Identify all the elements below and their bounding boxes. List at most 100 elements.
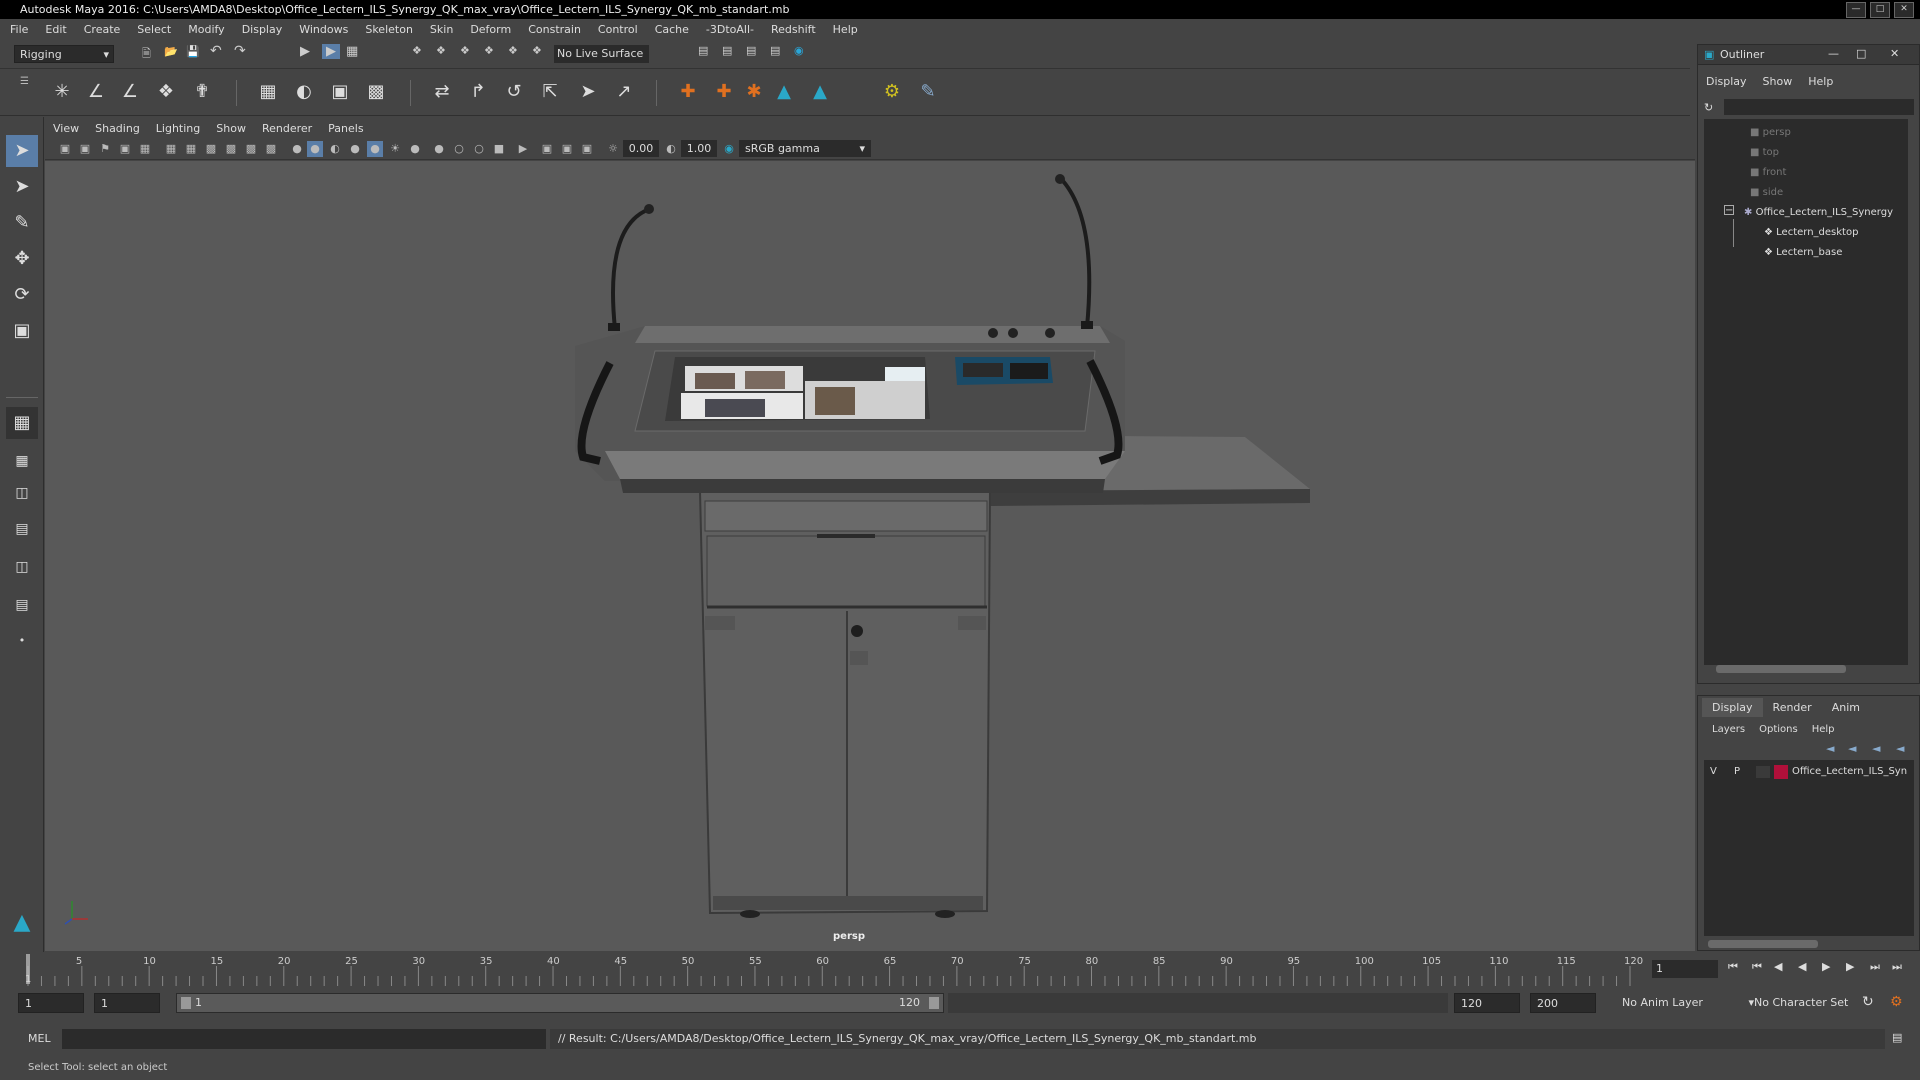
new-scene-icon[interactable]: 🗎 (142, 45, 151, 64)
outliner-refresh-icon[interactable]: ↻ (1704, 101, 1713, 114)
xray-icon[interactable]: ● (367, 141, 383, 157)
panel-menu-panels[interactable]: Panels (328, 122, 363, 135)
lattice-icon[interactable]: ▩ (362, 78, 390, 106)
render-settings-icon[interactable]: ▤ (770, 44, 780, 57)
shadows-icon[interactable]: ● (347, 141, 363, 157)
ambient-occlusion-icon[interactable]: ☀ (387, 141, 403, 157)
gamma-field[interactable]: 1.00 (681, 140, 717, 157)
open-scene-icon[interactable]: 📂 (164, 45, 178, 58)
layer-menu-layers[interactable]: Layers (1712, 724, 1745, 735)
exposure-field[interactable]: 0.00 (623, 140, 659, 157)
human-ik-icon[interactable]: ▲ (770, 78, 798, 106)
persp-hypershade-icon[interactable]: ▤ (6, 589, 38, 621)
cluster-icon[interactable]: ✚ (710, 78, 738, 106)
go-to-start-icon[interactable]: ⏮ (1728, 960, 1738, 974)
outliner-item-top[interactable]: ■ top (1750, 147, 1779, 158)
time-slider[interactable]: 1510152025303540455055606570758085909510… (0, 952, 1920, 986)
side-by-side-icon[interactable]: ◫ (6, 477, 38, 509)
shaded-icon[interactable]: ● (289, 141, 305, 157)
rotate-tool-icon[interactable]: ⟳ (6, 279, 38, 311)
layer-visibility[interactable]: V (1710, 766, 1717, 777)
outliner-menu-display[interactable]: Display (1706, 75, 1747, 88)
outliner-menu-show[interactable]: Show (1763, 75, 1793, 88)
menu-modify[interactable]: Modify (188, 23, 224, 36)
gamma-icon[interactable]: ◐ (663, 141, 679, 157)
two-sided-icon[interactable]: ▣ (579, 141, 595, 157)
menu-create[interactable]: Create (84, 23, 121, 36)
anim-layer-dropdown[interactable]: No Anim Layer ▾ (1622, 993, 1754, 1013)
menu-constrain[interactable]: Constrain (528, 23, 581, 36)
layer-row[interactable]: V P Office_Lectern_ILS_Syn (1704, 764, 1914, 780)
insert-joint-icon[interactable]: ❖ (152, 78, 180, 106)
set-driven-key-icon[interactable]: ⚙ (878, 78, 906, 106)
camera-attr-icon[interactable]: ▣ (77, 141, 93, 157)
command-language[interactable]: MEL (28, 1032, 51, 1045)
step-back-key-icon[interactable]: ◀ (1774, 960, 1782, 973)
ipr-render-icon[interactable]: ▤ (746, 44, 756, 57)
menu-help[interactable]: Help (833, 23, 858, 36)
playback-end-field[interactable]: 120 (1454, 993, 1520, 1013)
layer-scrollbar[interactable] (1708, 940, 1818, 948)
select-tool-icon[interactable]: ➤ (6, 135, 38, 167)
persp-graph-icon[interactable]: ▤ (6, 513, 38, 545)
menu-deform[interactable]: Deform (470, 23, 511, 36)
xray-joints-icon[interactable]: ○ (451, 141, 467, 157)
resolution-gate-icon[interactable]: ▩ (203, 141, 219, 157)
isolate-icon[interactable]: ● (431, 141, 447, 157)
four-view-icon[interactable]: ▦ (6, 445, 38, 477)
film-gate-icon[interactable]: ▩ (223, 141, 239, 157)
grid-toggle-icon[interactable]: ▦ (137, 141, 153, 157)
color-management-icon[interactable]: ◉ (721, 141, 737, 157)
preferences-icon[interactable]: ⚙ (1890, 994, 1903, 1010)
smooth-shade-icon[interactable]: ▦ (183, 141, 199, 157)
script-editor-icon[interactable]: ▤ (1892, 1031, 1902, 1044)
menu-skin[interactable]: Skin (430, 23, 453, 36)
persp-outliner-icon[interactable]: ◫ (6, 551, 38, 583)
lights-icon[interactable]: ◐ (327, 141, 343, 157)
bind-skin-icon[interactable]: ▦ (254, 78, 282, 106)
bookmark-icon[interactable]: ⚑ (97, 141, 113, 157)
tab-display[interactable]: Display (1702, 698, 1763, 717)
layouts-icon[interactable]: • (6, 625, 38, 657)
outliner-item-lectern-base[interactable]: ❖ Lectern_base (1764, 247, 1842, 258)
frame-all-icon[interactable]: ▣ (539, 141, 555, 157)
character-controls-icon[interactable]: ▲ (806, 78, 834, 106)
go-to-end-icon[interactable]: ⏭ (1892, 960, 1902, 974)
wireframe-icon[interactable]: ▦ (163, 141, 179, 157)
outliner-maximize-icon[interactable]: □ (1856, 47, 1866, 60)
menu-select[interactable]: Select (137, 23, 171, 36)
xray-active-icon[interactable]: ○ (471, 141, 487, 157)
colorspace-dropdown[interactable]: sRGB gamma ▾ (739, 140, 871, 157)
locator-icon[interactable]: ✚ (674, 78, 702, 106)
paint-select-icon[interactable]: ✎ (6, 207, 38, 239)
lasso-tool-icon[interactable]: ➤ (6, 171, 38, 203)
scale-tool-icon[interactable]: ▣ (6, 315, 38, 347)
new-layer-icon[interactable]: ◄ (1872, 742, 1880, 755)
range-bar[interactable]: 1 120 (176, 993, 944, 1013)
auto-key-icon[interactable]: ↻ (1862, 994, 1874, 1010)
menu-3dtoall[interactable]: -3DtoAll- (706, 23, 754, 36)
panel-menu-show[interactable]: Show (216, 122, 246, 135)
snap-grid-icon[interactable]: ❖ (412, 44, 422, 57)
outliner-scrollbar[interactable] (1716, 665, 1846, 673)
render-frame-icon[interactable]: ▤ (698, 44, 708, 57)
range-end-handle[interactable] (929, 997, 939, 1009)
snap-vertex-icon[interactable]: ❖ (532, 44, 542, 57)
end-frame-field[interactable]: 200 (1530, 993, 1596, 1013)
hypershade-icon[interactable]: ◉ (794, 44, 804, 57)
character-set-dropdown[interactable]: No Character Set (1754, 993, 1874, 1013)
ik-fk-icon[interactable]: ✱ (740, 78, 768, 106)
outliner-item-lectern-desktop[interactable]: ❖ Lectern_desktop (1764, 227, 1858, 238)
menu-redshift[interactable]: Redshift (771, 23, 816, 36)
single-view-icon[interactable]: ▦ (6, 407, 38, 439)
parent-constraint-icon[interactable]: ⇄ (428, 78, 456, 106)
menu-skeleton[interactable]: Skeleton (365, 23, 413, 36)
start-frame-field[interactable]: 1 (18, 993, 84, 1013)
layer-color-swatch[interactable] (1774, 765, 1788, 779)
camera-select-icon[interactable]: ▣ (57, 141, 73, 157)
backface-icon[interactable]: ■ (491, 141, 507, 157)
current-frame-field[interactable]: 1 (1652, 960, 1718, 978)
outliner-item-front[interactable]: ■ front (1750, 167, 1786, 178)
paint-skin-icon[interactable]: ✎ (914, 78, 942, 106)
current-frame-marker[interactable] (26, 954, 30, 984)
